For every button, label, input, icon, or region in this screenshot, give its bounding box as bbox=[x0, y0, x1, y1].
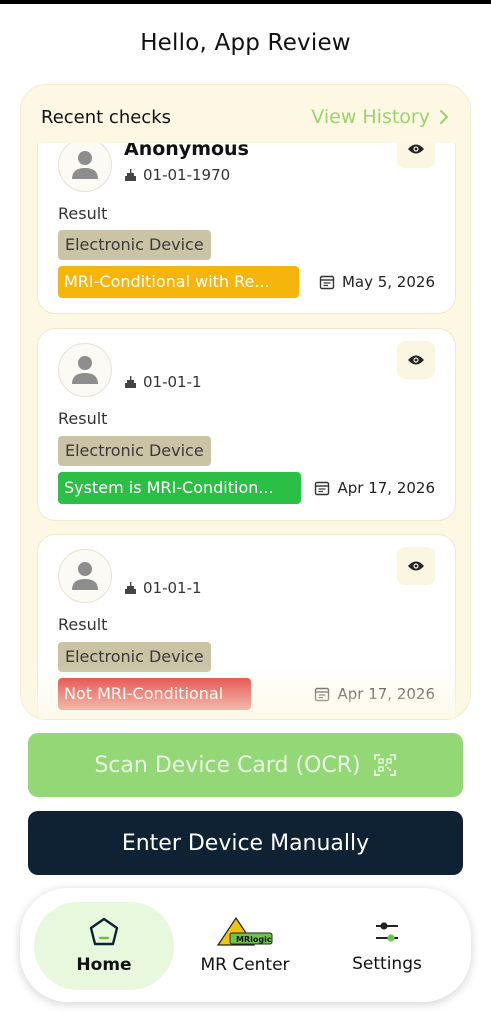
view-history-label: View History bbox=[311, 106, 430, 128]
eye-icon bbox=[408, 144, 424, 154]
manual-button-label: Enter Device Manually bbox=[121, 830, 370, 856]
mrlogic-logo-icon: MRlogic bbox=[216, 917, 273, 946]
nav-item-home[interactable]: Home bbox=[34, 902, 174, 990]
nav-item-settings[interactable]: Settings bbox=[317, 902, 457, 990]
view-check-button[interactable] bbox=[397, 547, 435, 585]
check-date: May 5, 2026 bbox=[319, 273, 435, 291]
device-type-chip: Electronic Device bbox=[58, 642, 211, 672]
cake-icon bbox=[125, 375, 136, 388]
calendar-icon bbox=[315, 687, 330, 702]
chevron-right-icon bbox=[440, 110, 448, 124]
avatar bbox=[58, 549, 112, 603]
check-date: Apr 17, 2026 bbox=[314, 479, 435, 497]
sliders-icon bbox=[376, 922, 398, 942]
date-text: Apr 17, 2026 bbox=[337, 685, 435, 703]
scan-device-card-button[interactable]: Scan Device Card (OCR) bbox=[28, 733, 463, 797]
check-card[interactable]: 01-01-1 Result Electronic Device System … bbox=[37, 328, 456, 521]
person-icon bbox=[72, 151, 98, 179]
patient-dob: 01-01-1 bbox=[124, 373, 202, 391]
eye-icon bbox=[408, 561, 424, 571]
status-chip: MRI-Conditional with Re... bbox=[58, 266, 299, 298]
device-type-chip: Electronic Device bbox=[58, 436, 211, 466]
view-check-button[interactable] bbox=[397, 341, 435, 379]
person-icon bbox=[72, 356, 98, 384]
recent-checks-panel: Recent checks View History Anonymous 01-… bbox=[20, 84, 471, 720]
calendar-icon bbox=[319, 275, 335, 290]
avatar bbox=[58, 143, 112, 192]
patient-dob: 01-01-1 bbox=[124, 579, 202, 597]
result-label: Result bbox=[58, 409, 108, 428]
view-history-link[interactable]: View History bbox=[311, 106, 450, 128]
avatar bbox=[58, 343, 112, 397]
result-label: Result bbox=[58, 615, 108, 634]
qr-scan-icon bbox=[373, 754, 396, 776]
recent-checks-header: Recent checks View History bbox=[21, 85, 470, 149]
patient-name: Anonymous bbox=[124, 143, 249, 160]
cake-icon bbox=[125, 168, 136, 181]
check-card[interactable]: 01-01-1 Result Electronic Device Not MRI… bbox=[37, 534, 456, 719]
nav-label-home: Home bbox=[76, 955, 132, 975]
status-chip: Not MRI-Conditional bbox=[58, 678, 251, 710]
status-bar-edge bbox=[0, 0, 491, 4]
nav-item-mr-center[interactable]: MRlogic MR Center bbox=[175, 902, 315, 990]
status-chip: System is MRI-Condition... bbox=[58, 472, 301, 504]
recent-checks-list[interactable]: Anonymous 01-01-1970 Result Electronic D… bbox=[21, 143, 470, 719]
date-text: May 5, 2026 bbox=[341, 273, 435, 291]
enter-device-manually-button[interactable]: Enter Device Manually bbox=[28, 811, 463, 875]
person-icon bbox=[72, 562, 98, 590]
home-icon bbox=[89, 917, 119, 946]
bottom-navigation: Home MRlogic MR Center Settings bbox=[20, 888, 471, 1002]
nav-label-settings: Settings bbox=[352, 954, 422, 974]
check-card[interactable]: Anonymous 01-01-1970 Result Electronic D… bbox=[37, 143, 456, 314]
eye-icon bbox=[408, 355, 424, 365]
date-text: Apr 17, 2026 bbox=[337, 479, 435, 497]
mrlogic-logo-text: MRlogic bbox=[236, 935, 272, 944]
nav-label-mr-center: MR Center bbox=[200, 955, 290, 975]
cake-icon bbox=[125, 581, 136, 594]
calendar-icon bbox=[315, 481, 330, 496]
device-type-chip: Electronic Device bbox=[58, 230, 211, 260]
dob-text: 01-01-1970 bbox=[143, 166, 231, 184]
greeting-title: Hello, App Review bbox=[140, 30, 351, 56]
dob-text: 01-01-1 bbox=[143, 373, 202, 391]
result-label: Result bbox=[58, 204, 108, 223]
patient-dob: 01-01-1970 bbox=[124, 166, 230, 184]
recent-checks-title: Recent checks bbox=[41, 106, 172, 128]
view-check-button[interactable] bbox=[397, 143, 435, 168]
dob-text: 01-01-1 bbox=[143, 579, 202, 597]
scan-button-label: Scan Device Card (OCR) bbox=[94, 752, 361, 778]
check-date: Apr 17, 2026 bbox=[314, 685, 435, 703]
